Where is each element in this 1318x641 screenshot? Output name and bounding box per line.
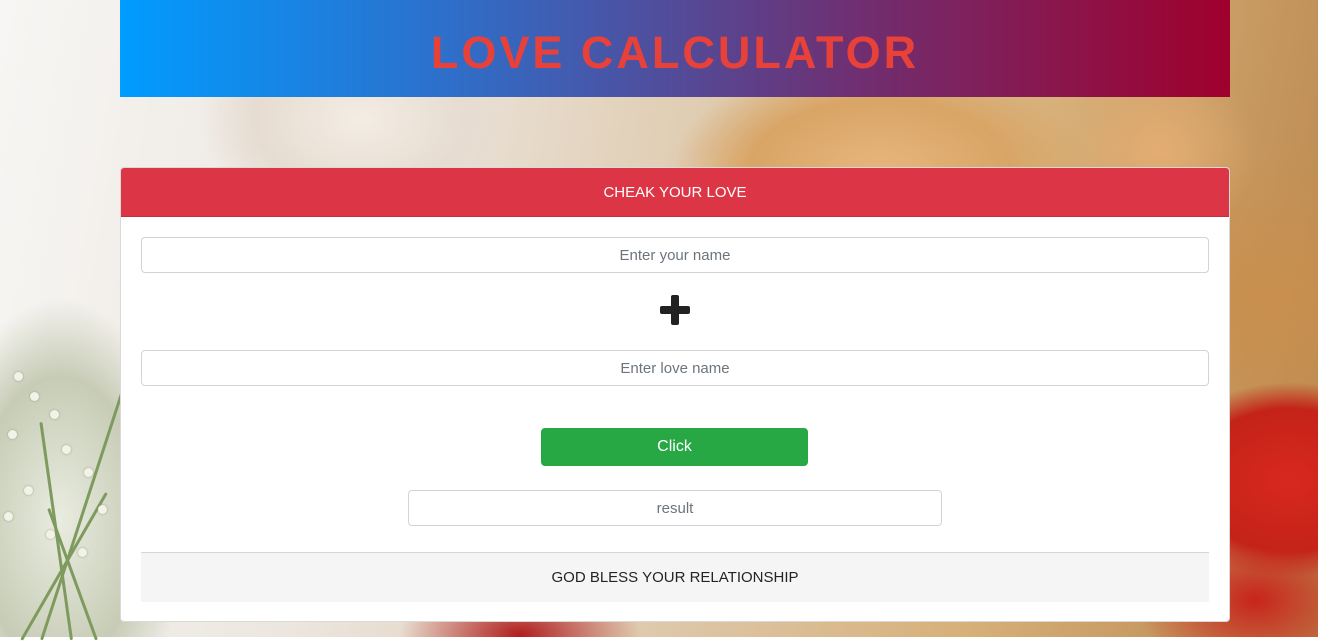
card-header-label: CHEAK YOUR LOVE bbox=[603, 183, 747, 201]
page-header: LOVE CALCULATOR bbox=[120, 0, 1230, 97]
your-name-input[interactable] bbox=[141, 237, 1209, 273]
page-title: LOVE CALCULATOR bbox=[430, 26, 920, 78]
footer-text: GOD BLESS YOUR RELATIONSHIP bbox=[551, 569, 799, 586]
love-name-input[interactable] bbox=[141, 350, 1209, 386]
result-field[interactable] bbox=[408, 490, 942, 526]
card-header: CHEAK YOUR LOVE bbox=[121, 168, 1229, 217]
click-button[interactable]: Click bbox=[541, 428, 808, 466]
card-footer: GOD BLESS YOUR RELATIONSHIP bbox=[141, 552, 1209, 602]
love-calculator-card: CHEAK YOUR LOVE Click GOD BLESS YOUR REL… bbox=[120, 167, 1230, 622]
plus-icon bbox=[660, 295, 690, 325]
